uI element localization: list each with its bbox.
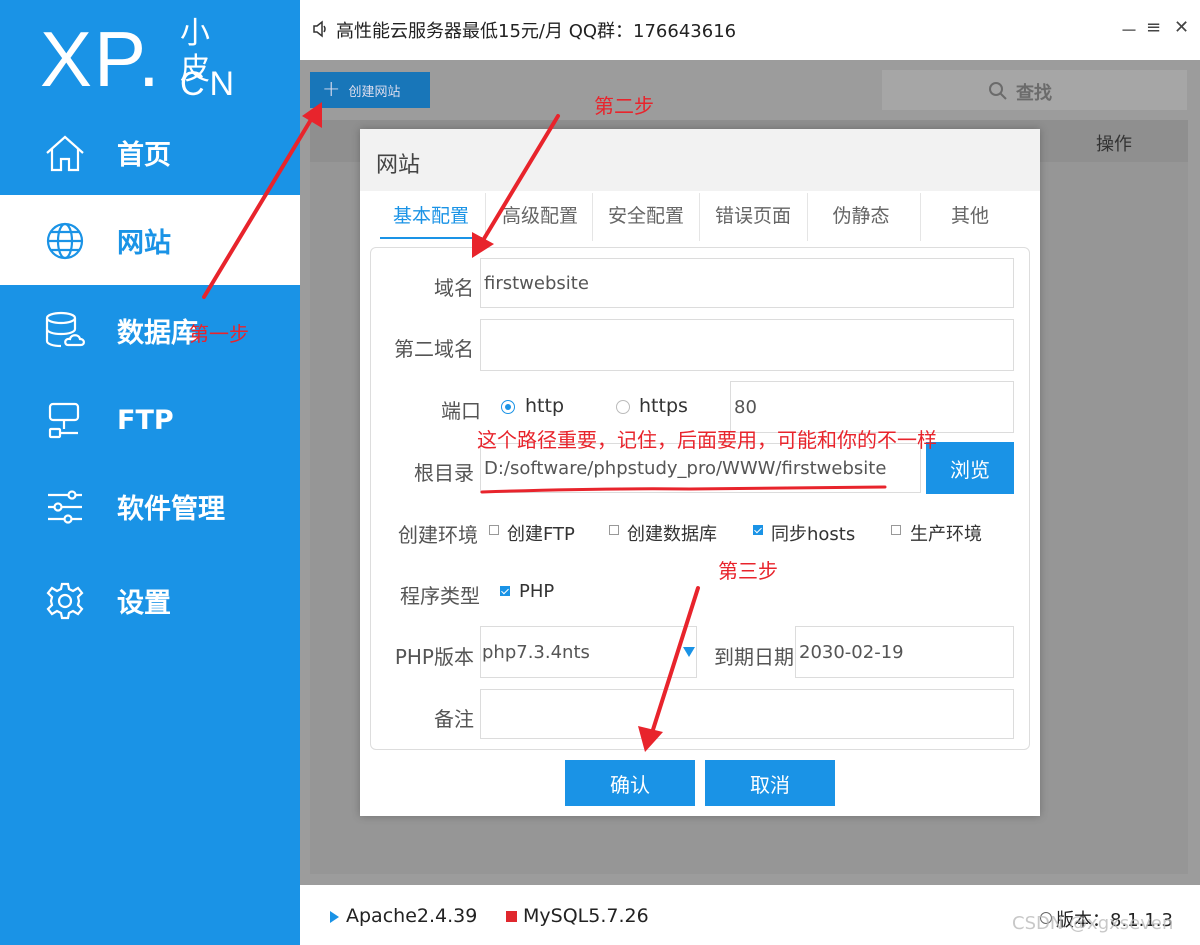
tab-other[interactable]: 其他 — [918, 201, 1022, 239]
tab-divider — [592, 193, 593, 241]
plus-icon: + — [322, 77, 341, 102]
mysql-status[interactable]: MySQL5.7.26 — [523, 905, 649, 927]
note-field[interactable] — [480, 689, 1014, 739]
tab-rewrite[interactable]: 伪静态 — [809, 201, 913, 239]
play-icon — [330, 911, 339, 923]
browse-button[interactable]: 浏览 — [926, 442, 1014, 494]
second-domain-field[interactable] — [480, 319, 1014, 371]
domain-label: 域名 — [434, 276, 474, 300]
sidebar-item-label: 首页 — [117, 139, 171, 171]
https-radio-label: https — [639, 395, 688, 417]
tab-basic[interactable]: 基本配置 — [380, 201, 482, 239]
tab-divider — [807, 193, 808, 241]
annotation-step1: 第一步 — [189, 322, 249, 346]
tab-divider — [485, 193, 486, 241]
sidebar-item-label: 设置 — [117, 587, 171, 619]
sliders-icon — [48, 490, 82, 524]
sync-hosts-checkbox[interactable] — [753, 525, 763, 535]
sidebar-item-website[interactable]: 网站 — [0, 195, 300, 285]
annotation-step3: 第三步 — [718, 559, 778, 583]
tab-error-pages[interactable]: 错误页面 — [701, 201, 805, 239]
http-radio-label: http — [525, 395, 565, 417]
create-ftp-label: 创建FTP — [507, 524, 575, 545]
dialog-header: 网站 — [360, 129, 1040, 191]
cancel-button[interactable]: 取消 — [705, 760, 835, 806]
database-icon — [45, 311, 85, 348]
root-label: 根目录 — [414, 461, 474, 485]
apache-status[interactable]: Apache2.4.39 — [346, 905, 477, 927]
chevron-down-icon — [683, 647, 695, 657]
note-label: 备注 — [434, 707, 474, 731]
top-bar: 高性能云服务器最低15元/月 QQ群：176643616 － ≡ ✕ — [300, 0, 1200, 60]
logo-brand: XP. — [40, 15, 162, 103]
env-label: 创建环境 — [398, 523, 478, 547]
home-icon — [46, 135, 84, 172]
tab-advanced[interactable]: 高级配置 — [488, 201, 592, 239]
sidebar-item-label: FTP — [117, 404, 174, 436]
http-radio[interactable] — [501, 400, 515, 414]
create-website-dialog: 网站 基本配置 高级配置 安全配置 错误页面 伪静态 其他 域名 firstwe… — [360, 129, 1040, 816]
expire-date-label: 到期日期 — [714, 645, 794, 669]
create-website-label: 创建网站 — [348, 84, 401, 100]
search-placeholder: 查找 — [1016, 83, 1052, 104]
annotation-step2: 第二步 — [594, 94, 654, 118]
sidebar-item-home[interactable]: 首页 — [0, 107, 300, 197]
sidebar-item-settings[interactable]: 设置 — [0, 555, 300, 645]
sync-hosts-label: 同步hosts — [771, 524, 856, 545]
sidebar: XP. 小皮 CN 首页 网站 数据库 FTP 软件管理 设置 — [0, 0, 300, 945]
https-radio[interactable] — [616, 400, 630, 414]
create-website-button[interactable]: + 创建网站 — [310, 72, 430, 108]
sidebar-item-ftp[interactable]: FTP — [0, 375, 300, 465]
create-db-label: 创建数据库 — [627, 524, 717, 545]
tab-security[interactable]: 安全配置 — [594, 201, 698, 239]
search-input[interactable]: 查找 — [882, 70, 1187, 110]
column-header-actions: 操作 — [1096, 134, 1132, 155]
create-db-checkbox[interactable] — [609, 525, 619, 535]
watermark: CSDN @xgxseven — [1012, 913, 1174, 934]
close-button[interactable]: ✕ — [1174, 17, 1189, 38]
minimize-button[interactable]: － — [1120, 17, 1138, 43]
menu-button[interactable]: ≡ — [1146, 17, 1161, 38]
gear-icon — [46, 582, 84, 620]
domain-field[interactable]: firstwebsite — [480, 258, 1014, 308]
confirm-button[interactable]: 确认 — [565, 760, 695, 806]
php-version-label: PHP版本 — [394, 645, 474, 669]
expire-date-field[interactable]: 2030-02-19 — [795, 626, 1014, 678]
php-version-value: php7.3.4nts — [482, 641, 590, 663]
sidebar-item-label: 软件管理 — [117, 493, 225, 525]
speaker-icon — [313, 20, 326, 38]
sidebar-item-label: 数据库 — [117, 317, 198, 349]
status-bar: Apache2.4.39 MySQL5.7.26 版本：8.1.1.3 CSDN… — [300, 885, 1200, 945]
ftp-icon — [48, 402, 80, 439]
annotation-path-note: 这个路径重要，记住，后面要用，可能和你的不一样 — [477, 428, 937, 452]
globe-icon — [46, 222, 84, 260]
php-option-label: PHP — [519, 581, 555, 602]
production-env-checkbox[interactable] — [891, 525, 901, 535]
dialog-title: 网站 — [376, 153, 421, 178]
sidebar-item-label: 网站 — [117, 227, 171, 259]
notice-text: 高性能云服务器最低15元/月 QQ群：176643616 — [336, 21, 737, 42]
stop-icon — [506, 911, 517, 922]
port-label: 端口 — [441, 399, 481, 423]
search-icon — [989, 82, 1007, 100]
logo-cn: CN — [180, 65, 240, 103]
sidebar-item-database[interactable]: 数据库 — [0, 285, 300, 375]
php-checkbox[interactable] — [500, 586, 510, 596]
php-version-select[interactable]: php7.3.4nts — [480, 626, 697, 678]
domain2-label: 第二域名 — [394, 337, 474, 361]
sidebar-item-software[interactable]: 软件管理 — [0, 461, 300, 551]
tab-divider — [699, 193, 700, 241]
production-env-label: 生产环境 — [910, 524, 982, 545]
program-type-label: 程序类型 — [400, 584, 480, 608]
create-ftp-checkbox[interactable] — [489, 525, 499, 535]
